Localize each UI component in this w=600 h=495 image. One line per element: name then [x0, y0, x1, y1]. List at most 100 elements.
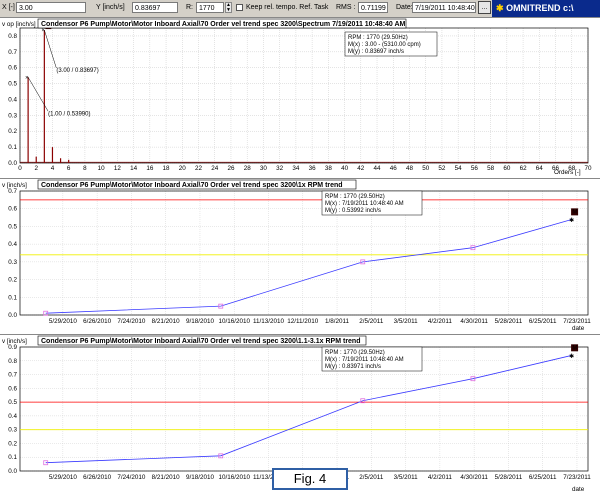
- spectrum-y-tick: 0.7: [8, 49, 17, 56]
- spectrum-x-tick: 40: [341, 165, 349, 172]
- trend2-plot-area: [19, 346, 589, 472]
- trend1-info-my: M(y) : 0.53992 inch/s: [325, 208, 381, 214]
- omnitrend-brand: ✱ OMNITREND c:\: [492, 0, 600, 17]
- spectrum-x-tick: 0: [18, 165, 22, 172]
- t1-y-tick: 0.6: [8, 206, 17, 213]
- spectrum-x-tick: 42: [357, 165, 365, 172]
- t2-y-tick: 0.7: [8, 372, 17, 379]
- trend2-info-rpm: RPM : 1770 (29.50Hz): [325, 350, 385, 356]
- trend2-y-label: v [inch/s]: [2, 338, 27, 345]
- t2-x-tick: 6/25/2011: [529, 474, 557, 481]
- spectrum-x-tick: 30: [260, 165, 268, 172]
- t1-marker-tag: M: [572, 210, 577, 216]
- y-label: Y [inch/s]: [96, 4, 125, 11]
- spectrum-x-tick: 16: [146, 165, 154, 172]
- keep-ref-checkbox[interactable]: [236, 4, 243, 11]
- t2-marker-star[interactable]: ✱: [569, 353, 574, 360]
- t1-trend-line: [45, 219, 573, 314]
- spectrum-info-my: M(y) : 0.83697 inch/s: [348, 49, 404, 55]
- t2-x-tick: 4/2/2011: [428, 474, 453, 481]
- x-label: X [-]: [2, 4, 15, 11]
- spectrum-y-tick: 0.0: [8, 160, 17, 167]
- spectrum-x-tick: 10: [98, 165, 106, 172]
- spectrum-x-tick: 38: [325, 165, 333, 172]
- trend1-info-rpm: RPM : 1770 (29.50Hz): [325, 194, 385, 200]
- r-label: R:: [186, 4, 193, 11]
- t1-marker-star[interactable]: ✱: [569, 217, 574, 224]
- t1-x-tick: 7/23/2011: [563, 318, 591, 325]
- rpm-spinner[interactable]: ▲ ▼: [225, 2, 232, 13]
- spectrum-x-tick: 52: [438, 165, 446, 172]
- trend2-info-mx: M(x) : 7/19/2011 10:48:40 AM: [325, 357, 404, 363]
- trend2-info-my: M(y) : 0.83971 inch/s: [325, 364, 381, 370]
- spectrum-x-tick: 4: [51, 165, 55, 172]
- t2-marker-tag: M: [572, 346, 577, 352]
- more-button[interactable]: ...: [478, 1, 491, 14]
- t2-y-tick: 0.4: [8, 413, 17, 420]
- spectrum-panel: 0.0 0.1 0.2 0.3 0.4 0.5 0.6 0.7 0.8 0 2 4 6 8 10 12 14 1…: [0, 17, 600, 179]
- spectrum-marker-cross: ×: [41, 28, 45, 34]
- spectrum-y-tick: 0.6: [8, 65, 17, 72]
- spectrum-x-tick: 60: [503, 165, 511, 172]
- rpm-field[interactable]: 1770: [196, 2, 224, 13]
- spectrum-x-tick: 28: [244, 165, 252, 172]
- t1-y-tick: 0.0: [8, 312, 17, 319]
- spectrum-y-tick: 0.3: [8, 112, 17, 119]
- trend1-info-mx: M(x) : 7/19/2011 10:48:40 AM: [325, 201, 404, 207]
- figure-label: Fig. 4: [272, 468, 348, 490]
- trend1-title: Condensor P6 Pump\Motor\Motor Inboard Ax…: [41, 182, 343, 189]
- t1-x-tick: 7/24/2010: [117, 318, 146, 325]
- spectrum-x-tick: 2: [34, 165, 38, 172]
- t1-y-tick: 0.2: [8, 277, 17, 284]
- t2-x-tick: 5/28/2011: [495, 474, 523, 481]
- t2-trend-line: [45, 354, 573, 464]
- spectrum-info-mx: M(x) : 3.00 - (5310.00 cpm): [348, 42, 421, 48]
- t1-x-tick: 5/28/2011: [495, 318, 523, 325]
- spectrum-x-tick: 6: [67, 165, 71, 172]
- spectrum-title: Condensor P6 Pump\Motor\Motor Inboard Ax…: [41, 21, 406, 28]
- spectrum-y-tick: 0.4: [8, 96, 17, 103]
- t2-x-tick: 3/5/2011: [394, 474, 419, 481]
- spectrum-x-tick: 70: [584, 165, 592, 172]
- spectrum-x-tick: 46: [390, 165, 398, 172]
- spectrum-x-tick: 14: [130, 165, 138, 172]
- date-field: 7/19/2011 10:48:40 A: [412, 2, 476, 13]
- t1-x-tick: 8/21/2010: [152, 318, 181, 325]
- t2-x-tick: 6/26/2010: [83, 474, 112, 481]
- toolbar: X [-] 3.00 Y [inch/s] 0.83697 R: 1770 ▲ ▼…: [0, 0, 600, 18]
- t1-x-tick: 2/5/2011: [359, 318, 384, 325]
- spectrum-x-tick: 8: [83, 165, 87, 172]
- spectrum-x-tick: 24: [211, 165, 219, 172]
- spectrum-y-tick: 0.8: [8, 33, 17, 40]
- x-value-field[interactable]: 3.00: [16, 2, 86, 13]
- spectrum-x-tick: 50: [422, 165, 430, 172]
- spectrum-y-tick: 0.1: [8, 144, 17, 151]
- spectrum-y-tick: 0.2: [8, 128, 17, 135]
- spectrum-chart[interactable]: 0.00.10.20.30.40.50.60.70.8 0 2 4 6 8 10 12 14 1…: [0, 18, 600, 179]
- rms-label: RMS :: [336, 4, 356, 11]
- t1-x-tick: 1/8/2011: [325, 318, 350, 325]
- spectrum-x-tick: 22: [195, 165, 203, 172]
- spectrum-x-tick: 36: [309, 165, 317, 172]
- trend1-plot-area: [19, 190, 589, 316]
- t2-y-tick: 0.9: [8, 344, 17, 351]
- brand-text: OMNITREND c:\: [506, 3, 574, 13]
- y-value-field[interactable]: 0.83697: [132, 2, 178, 13]
- trend1-x-label: date: [572, 325, 585, 332]
- spectrum-marker-cross: ×: [25, 75, 29, 81]
- trend2-x-label: date: [572, 486, 585, 493]
- rms-field: 0.71199: [358, 2, 388, 13]
- t1-y-tick: 0.3: [8, 259, 17, 266]
- spectrum-info-rpm: RPM : 1770 (29.50Hz): [348, 35, 408, 41]
- t1-x-tick: 9/18/2010: [186, 318, 215, 325]
- spectrum-annotation-3x: (3.00 / 0.83697): [56, 68, 98, 74]
- trend1-chart[interactable]: 0.0 0.1 0.2 0.3 0.4 0.5 0.6 0.7 5/29/2010 6/26/2…: [0, 179, 600, 335]
- t1-x-tick: 6/25/2011: [529, 318, 557, 325]
- t2-x-tick: 8/21/2010: [152, 474, 181, 481]
- t2-y-tick: 0.1: [8, 454, 17, 461]
- spectrum-y-tick: 0.5: [8, 81, 17, 88]
- t2-y-tick: 0.2: [8, 440, 17, 447]
- spectrum-x-tick: 32: [276, 165, 284, 172]
- t1-x-tick: 12/11/2010: [287, 318, 319, 325]
- t2-x-tick: 7/24/2010: [117, 474, 146, 481]
